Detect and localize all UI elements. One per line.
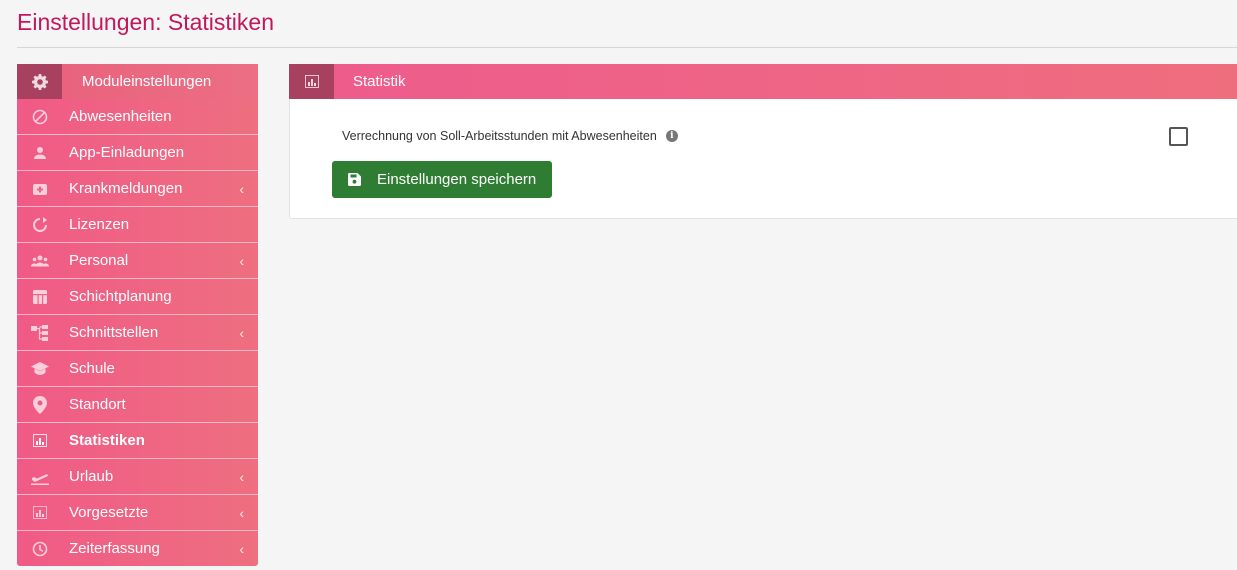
hierarchy-icon [17, 324, 63, 341]
sidebar-item-schule[interactable]: Schule [17, 350, 258, 386]
sidebar-item-krankmeldungen[interactable]: Krankmeldungen ‹ [17, 170, 258, 206]
sidebar-item-label: Zeiterfassung [69, 540, 160, 557]
sidebar-item-label: Urlaub [69, 468, 114, 485]
sidebar-item-zeiterfassung[interactable]: Zeiterfassung ‹ [17, 530, 258, 566]
chevron-left-icon: ‹ [239, 541, 244, 557]
chevron-left-icon: ‹ [239, 469, 244, 485]
sidebar-menu: Abwesenheiten App-Einladungen Krankmeldung… [17, 99, 258, 566]
title-divider [17, 47, 1237, 48]
refresh-icon [17, 216, 63, 233]
sidebar-item-label: Lizenzen [69, 216, 130, 233]
sidebar-item-label: Vorgesetzte [69, 504, 149, 521]
sidebar-item-app-einladungen[interactable]: App-Einladungen [17, 134, 258, 170]
setting-checkbox[interactable] [1169, 127, 1188, 146]
sidebar-item-label: Personal [69, 252, 129, 269]
module-settings-sidebar: Moduleinstellungen Abwesenheiten App-Einl… [17, 64, 258, 566]
sidebar-header: Moduleinstellungen [17, 64, 258, 99]
bar-chart-icon [17, 506, 63, 519]
floppy-disk-icon [348, 173, 361, 186]
chevron-left-icon: ‹ [239, 325, 244, 341]
chevron-left-icon: ‹ [239, 181, 244, 197]
save-button-label: Einstellungen speichern [377, 171, 537, 188]
sidebar-item-schnittstellen[interactable]: Schnittstellen ‹ [17, 314, 258, 350]
sidebar-item-lizenzen[interactable]: Lizenzen [17, 206, 258, 242]
bar-chart-icon [17, 434, 63, 447]
sidebar-item-label: Abwesenheiten [69, 108, 172, 125]
sidebar-item-abwesenheiten[interactable]: Abwesenheiten [17, 99, 258, 134]
sidebar-header-label: Moduleinstellungen [82, 73, 212, 90]
person-icon [17, 145, 63, 161]
chevron-left-icon: ‹ [239, 253, 244, 269]
group-icon [17, 255, 63, 267]
info-icon[interactable]: i [665, 130, 678, 142]
sidebar-item-schichtplanung[interactable]: Schichtplanung [17, 278, 258, 314]
clock-icon [17, 541, 63, 557]
page-title: Einstellungen: Statistiken [17, 9, 274, 35]
block-icon [17, 109, 63, 125]
sidebar-item-standort[interactable]: Standort [17, 386, 258, 422]
plane-icon [17, 469, 63, 485]
sidebar-item-label: App-Einladungen [69, 144, 185, 161]
graduation-cap-icon [17, 361, 63, 376]
sidebar-item-urlaub[interactable]: Urlaub ‹ [17, 458, 258, 494]
panel-header: Statistik [289, 64, 1237, 99]
sidebar-item-vorgesetzte[interactable]: Vorgesetzte ‹ [17, 494, 258, 530]
statistik-panel: Statistik Verrechnung von Soll-Arbeitsst… [289, 64, 1237, 219]
sidebar-item-label: Schichtplanung [69, 288, 172, 305]
calendar-table-icon [17, 289, 63, 305]
setting-row: Verrechnung von Soll-Arbeitsstunden mit … [342, 129, 678, 143]
sidebar-item-statistiken[interactable]: Statistiken [17, 422, 258, 458]
gear-icon [17, 64, 62, 99]
sidebar-item-label: Schnittstellen [69, 324, 159, 341]
sidebar-item-personal[interactable]: Personal ‹ [17, 242, 258, 278]
chevron-left-icon: ‹ [239, 505, 244, 521]
sidebar-item-label: Statistiken [69, 432, 145, 449]
sidebar-item-label: Standort [69, 396, 126, 413]
panel-title: Statistik [353, 73, 406, 90]
sidebar-item-label: Schule [69, 360, 115, 377]
save-settings-button[interactable]: Einstellungen speichern [332, 161, 552, 198]
bar-chart-icon [289, 64, 334, 99]
medical-kit-icon [17, 181, 63, 197]
setting-label: Verrechnung von Soll-Arbeitsstunden mit … [342, 129, 657, 143]
location-pin-icon [17, 395, 63, 414]
sidebar-item-label: Krankmeldungen [69, 180, 183, 197]
